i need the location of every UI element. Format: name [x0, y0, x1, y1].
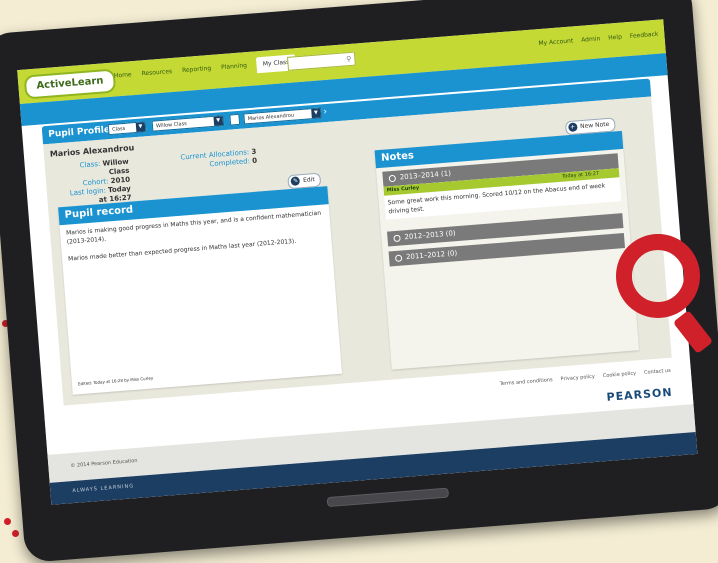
- nav-home[interactable]: Home: [114, 71, 133, 84]
- nav-reporting[interactable]: Reporting: [182, 65, 212, 79]
- next-pupil-icon[interactable]: ›: [323, 107, 327, 118]
- pupil-details: Class: Willow Class Cohort: 2010 Last lo…: [69, 157, 132, 205]
- chevron-down-icon: ▼: [311, 108, 321, 119]
- edited-by: Edited: Today at 16:28 by Miss Curley: [77, 375, 154, 387]
- class-type-select[interactable]: Class ▼: [107, 121, 147, 136]
- nav-resources[interactable]: Resources: [141, 68, 173, 82]
- tablet-home-button: [326, 487, 450, 508]
- cookie-link[interactable]: Cookie policy: [603, 371, 637, 380]
- contact-link[interactable]: Contact us: [644, 368, 671, 376]
- allocation-stats: Current Allocations: 3 Completed: 0: [180, 147, 258, 169]
- tagline-text: ALWAYS LEARNING: [72, 483, 135, 495]
- pupil-select[interactable]: Marios Alexandrou ▼: [243, 107, 322, 125]
- terms-link[interactable]: Terms and conditions: [500, 377, 553, 387]
- magnifier-icon: [616, 234, 700, 318]
- feedback-link[interactable]: Feedback: [630, 31, 659, 40]
- edit-button[interactable]: ✎ Edit: [287, 172, 322, 190]
- nav-planning[interactable]: Planning: [221, 62, 248, 76]
- checkbox-toggle[interactable]: [229, 113, 241, 126]
- account-nav: My Account Admin Help Feedback: [538, 31, 658, 47]
- pencil-icon: ✎: [290, 176, 301, 186]
- activelearn-logo[interactable]: ActiveLearn: [23, 68, 117, 100]
- footer-links: Terms and conditions Privacy policy Cook…: [500, 368, 672, 387]
- admin-link[interactable]: Admin: [581, 35, 601, 43]
- search-icon[interactable]: ⚲: [346, 55, 352, 63]
- collapse-circle-icon: [388, 174, 397, 182]
- plus-icon: +: [567, 122, 578, 133]
- pupil-record-panel: Pupil record ✎ Edit Marios is making goo…: [58, 172, 342, 395]
- expand-circle-icon: [394, 254, 403, 262]
- main-nav: Home Resources Reporting Planning My Cla…: [114, 54, 296, 84]
- pupil-name: Marios Alexandrou: [49, 143, 135, 159]
- privacy-link[interactable]: Privacy policy: [560, 374, 595, 383]
- search-input[interactable]: ⚲: [286, 51, 356, 71]
- chevron-down-icon: ▼: [135, 122, 146, 132]
- tablet-device: ActiveLearn Home Resources Reporting Pla…: [0, 0, 718, 563]
- tablet-screen: ActiveLearn Home Resources Reporting Pla…: [17, 19, 698, 505]
- class-select[interactable]: Willow Class ▼: [151, 115, 225, 132]
- chevron-down-icon: ▼: [213, 116, 224, 126]
- copyright-text: © 2014 Pearson Education: [70, 457, 138, 470]
- notes-panel: Notes + New Note 2013–2014 (1) Miss Curl…: [374, 117, 640, 370]
- expand-circle-icon: [393, 234, 401, 242]
- pearson-logo: PEARSON: [606, 385, 673, 404]
- profile-content: Marios Alexandrou Class: Willow Class Co…: [43, 96, 672, 406]
- my-account-link[interactable]: My Account: [538, 37, 573, 47]
- help-link[interactable]: Help: [608, 34, 622, 42]
